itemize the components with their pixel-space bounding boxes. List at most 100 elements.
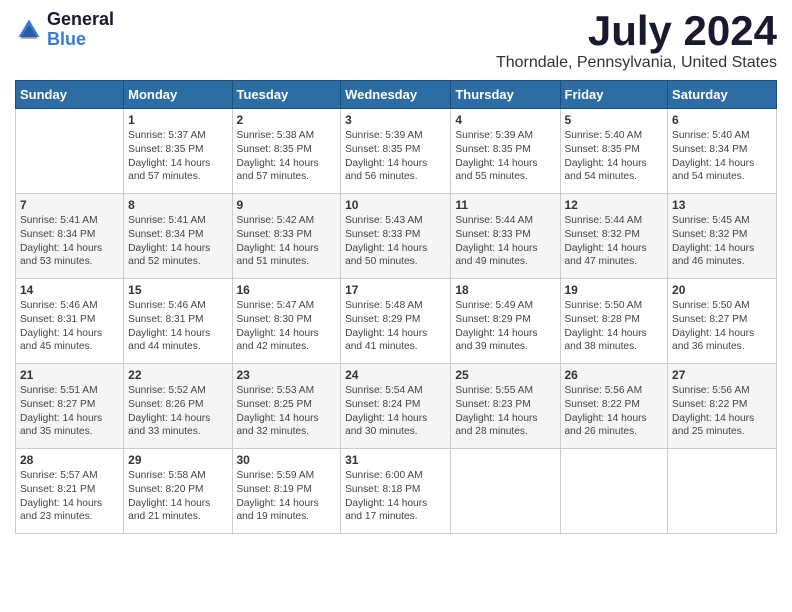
day-number: 25 <box>455 368 555 382</box>
calendar-cell: 28Sunrise: 5:57 AM Sunset: 8:21 PM Dayli… <box>16 449 124 534</box>
calendar-cell <box>451 449 560 534</box>
day-info: Sunrise: 5:39 AM Sunset: 8:35 PM Dayligh… <box>345 129 446 184</box>
day-info: Sunrise: 5:58 AM Sunset: 8:20 PM Dayligh… <box>128 469 227 524</box>
day-number: 26 <box>565 368 664 382</box>
day-info: Sunrise: 5:45 AM Sunset: 8:32 PM Dayligh… <box>672 214 772 269</box>
logo-icon <box>15 16 43 44</box>
calendar-cell: 12 Sunrise: 5:44 AM Sunset: 8:32 PM Dayli… <box>560 194 668 279</box>
logo: General Blue <box>15 10 114 50</box>
calendar-cell: 5 Sunrise: 5:40 AM Sunset: 8:35 PM Daylig… <box>560 109 668 194</box>
calendar-cell: 30 Sunrise: 5:59 AM Sunset: 8:19 PM Dayli… <box>232 449 341 534</box>
location-subtitle: Thorndale, Pennsylvania, United States <box>496 54 777 72</box>
calendar-cell: 20 Sunrise: 5:50 AM Sunset: 8:27 PM Dayli… <box>668 279 777 364</box>
day-info: Sunrise: 5:37 AM Sunset: 8:35 PM Dayligh… <box>128 129 227 184</box>
day-info: Sunrise: 5:56 AM Sunset: 8:22 PM Dayligh… <box>565 384 664 439</box>
day-number: 3 <box>345 113 446 127</box>
day-number: 16 <box>237 283 337 297</box>
day-info: Sunrise: 5:48 AM Sunset: 8:29 PM Dayligh… <box>345 299 446 354</box>
day-number: 27 <box>672 368 772 382</box>
day-number: 14 <box>20 283 119 297</box>
day-number: 11 <box>455 198 555 212</box>
day-number: 13 <box>672 198 772 212</box>
day-info: Sunrise: 5:44 AM Sunset: 8:32 PM Dayligh… <box>565 214 664 269</box>
day-info: Sunrise: 5:54 AM Sunset: 8:24 PM Dayligh… <box>345 384 446 439</box>
calendar-cell <box>668 449 777 534</box>
day-number: 23 <box>237 368 337 382</box>
calendar-cell: 8Sunrise: 5:41 AM Sunset: 8:34 PM Daylig… <box>124 194 232 279</box>
day-info: Sunrise: 5:43 AM Sunset: 8:33 PM Dayligh… <box>345 214 446 269</box>
logo-general: General <box>47 10 114 30</box>
calendar-week-row: 7 Sunrise: 5:41 AM Sunset: 8:34 PM Daylig… <box>16 194 777 279</box>
calendar-cell: 23 Sunrise: 5:53 AM Sunset: 8:25 PM Dayli… <box>232 364 341 449</box>
month-year-title: July 2024 <box>496 10 777 52</box>
calendar-cell: 13 Sunrise: 5:45 AM Sunset: 8:32 PM Dayli… <box>668 194 777 279</box>
day-info: Sunrise: 6:00 AM Sunset: 8:18 PM Dayligh… <box>345 469 446 524</box>
calendar-cell: 11Sunrise: 5:44 AM Sunset: 8:33 PM Dayli… <box>451 194 560 279</box>
calendar-week-row: 14 Sunrise: 5:46 AM Sunset: 8:31 PM Dayli… <box>16 279 777 364</box>
calendar-cell: 9 Sunrise: 5:42 AM Sunset: 8:33 PM Daylig… <box>232 194 341 279</box>
calendar-cell: 16 Sunrise: 5:47 AM Sunset: 8:30 PM Dayli… <box>232 279 341 364</box>
day-info: Sunrise: 5:55 AM Sunset: 8:23 PM Dayligh… <box>455 384 555 439</box>
day-number: 21 <box>20 368 119 382</box>
day-number: 9 <box>237 198 337 212</box>
day-number: 29 <box>128 453 227 467</box>
calendar-cell <box>16 109 124 194</box>
calendar-cell: 1 Sunrise: 5:37 AM Sunset: 8:35 PM Daylig… <box>124 109 232 194</box>
day-info: Sunrise: 5:51 AM Sunset: 8:27 PM Dayligh… <box>20 384 119 439</box>
day-info: Sunrise: 5:57 AM Sunset: 8:21 PM Dayligh… <box>20 469 119 524</box>
day-header-sunday: Sunday <box>16 81 124 109</box>
logo-blue: Blue <box>47 30 114 50</box>
calendar-cell: 4 Sunrise: 5:39 AM Sunset: 8:35 PM Daylig… <box>451 109 560 194</box>
day-number: 5 <box>565 113 664 127</box>
calendar-cell: 2Sunrise: 5:38 AM Sunset: 8:35 PM Daylig… <box>232 109 341 194</box>
calendar-cell: 29 Sunrise: 5:58 AM Sunset: 8:20 PM Dayli… <box>124 449 232 534</box>
day-header-tuesday: Tuesday <box>232 81 341 109</box>
calendar-cell: 24 Sunrise: 5:54 AM Sunset: 8:24 PM Dayli… <box>341 364 451 449</box>
day-header-friday: Friday <box>560 81 668 109</box>
day-number: 15 <box>128 283 227 297</box>
calendar-cell: 6Sunrise: 5:40 AM Sunset: 8:34 PM Daylig… <box>668 109 777 194</box>
calendar-cell: 27 Sunrise: 5:56 AM Sunset: 8:22 PM Dayli… <box>668 364 777 449</box>
day-info: Sunrise: 5:39 AM Sunset: 8:35 PM Dayligh… <box>455 129 555 184</box>
calendar-cell: 26 Sunrise: 5:56 AM Sunset: 8:22 PM Dayli… <box>560 364 668 449</box>
day-info: Sunrise: 5:47 AM Sunset: 8:30 PM Dayligh… <box>237 299 337 354</box>
calendar-cell: 31Sunrise: 6:00 AM Sunset: 8:18 PM Dayli… <box>341 449 451 534</box>
day-header-thursday: Thursday <box>451 81 560 109</box>
day-info: Sunrise: 5:53 AM Sunset: 8:25 PM Dayligh… <box>237 384 337 439</box>
calendar-cell: 15Sunrise: 5:46 AM Sunset: 8:31 PM Dayli… <box>124 279 232 364</box>
calendar-header-row: SundayMondayTuesdayWednesdayThursdayFrid… <box>16 81 777 109</box>
title-block: July 2024 Thorndale, Pennsylvania, Unite… <box>496 10 777 72</box>
calendar-table: SundayMondayTuesdayWednesdayThursdayFrid… <box>15 80 777 534</box>
day-info: Sunrise: 5:59 AM Sunset: 8:19 PM Dayligh… <box>237 469 337 524</box>
day-header-monday: Monday <box>124 81 232 109</box>
calendar-cell: 19Sunrise: 5:50 AM Sunset: 8:28 PM Dayli… <box>560 279 668 364</box>
day-number: 4 <box>455 113 555 127</box>
day-number: 30 <box>237 453 337 467</box>
calendar-week-row: 28Sunrise: 5:57 AM Sunset: 8:21 PM Dayli… <box>16 449 777 534</box>
day-info: Sunrise: 5:40 AM Sunset: 8:34 PM Dayligh… <box>672 129 772 184</box>
day-number: 7 <box>20 198 119 212</box>
day-number: 24 <box>345 368 446 382</box>
calendar-week-row: 1 Sunrise: 5:37 AM Sunset: 8:35 PM Daylig… <box>16 109 777 194</box>
calendar-cell: 21 Sunrise: 5:51 AM Sunset: 8:27 PM Dayli… <box>16 364 124 449</box>
day-number: 18 <box>455 283 555 297</box>
day-info: Sunrise: 5:50 AM Sunset: 8:27 PM Dayligh… <box>672 299 772 354</box>
day-info: Sunrise: 5:46 AM Sunset: 8:31 PM Dayligh… <box>20 299 119 354</box>
page-header: General Blue July 2024 Thorndale, Pennsy… <box>15 10 777 72</box>
calendar-cell: 22Sunrise: 5:52 AM Sunset: 8:26 PM Dayli… <box>124 364 232 449</box>
day-number: 1 <box>128 113 227 127</box>
day-info: Sunrise: 5:41 AM Sunset: 8:34 PM Dayligh… <box>128 214 227 269</box>
day-info: Sunrise: 5:42 AM Sunset: 8:33 PM Dayligh… <box>237 214 337 269</box>
calendar-cell: 25 Sunrise: 5:55 AM Sunset: 8:23 PM Dayli… <box>451 364 560 449</box>
day-info: Sunrise: 5:38 AM Sunset: 8:35 PM Dayligh… <box>237 129 337 184</box>
calendar-cell <box>560 449 668 534</box>
day-number: 17 <box>345 283 446 297</box>
day-info: Sunrise: 5:52 AM Sunset: 8:26 PM Dayligh… <box>128 384 227 439</box>
day-number: 20 <box>672 283 772 297</box>
day-number: 12 <box>565 198 664 212</box>
day-info: Sunrise: 5:56 AM Sunset: 8:22 PM Dayligh… <box>672 384 772 439</box>
day-info: Sunrise: 5:50 AM Sunset: 8:28 PM Dayligh… <box>565 299 664 354</box>
calendar-cell: 18Sunrise: 5:49 AM Sunset: 8:29 PM Dayli… <box>451 279 560 364</box>
day-info: Sunrise: 5:40 AM Sunset: 8:35 PM Dayligh… <box>565 129 664 184</box>
day-number: 10 <box>345 198 446 212</box>
